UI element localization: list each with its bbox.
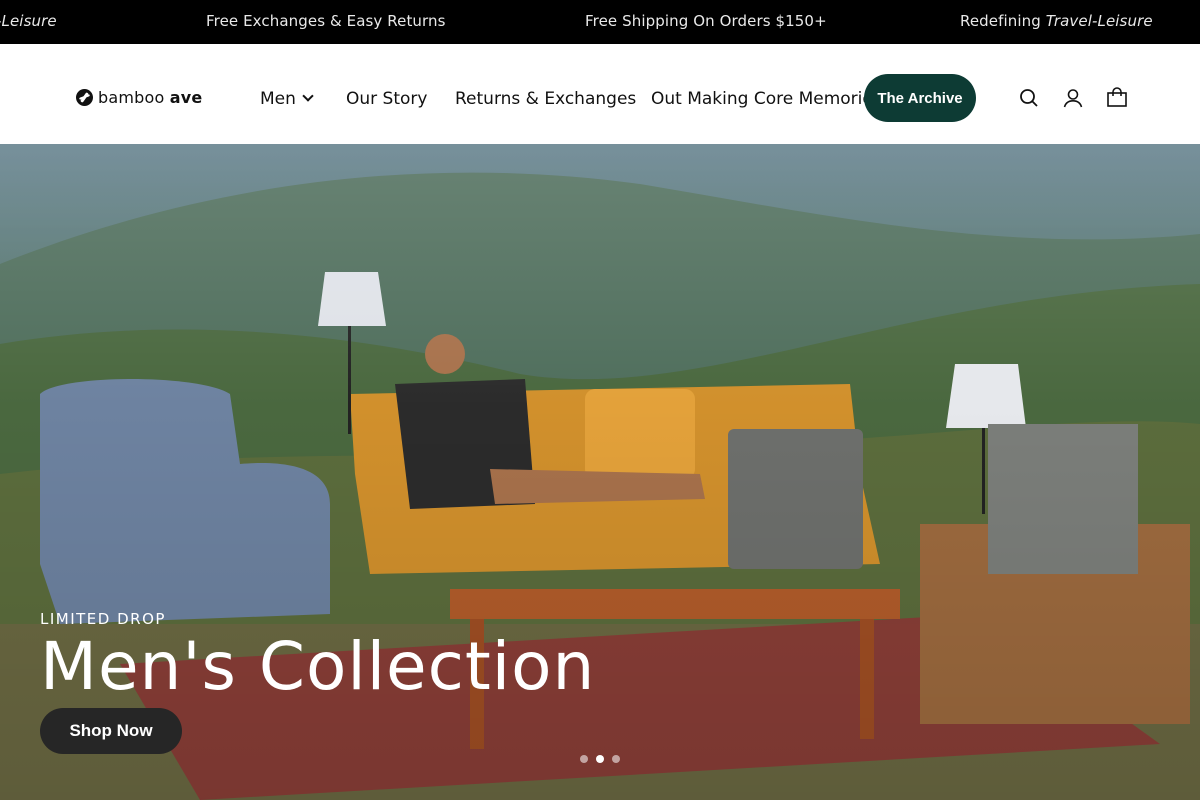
hero-title: Men's Collection <box>40 628 596 705</box>
carousel-dot[interactable] <box>612 755 620 763</box>
chevron-down-icon <box>302 90 314 102</box>
nav-our-story[interactable]: Our Story <box>346 89 427 109</box>
cart-icon[interactable] <box>1105 86 1129 110</box>
carousel-dot[interactable] <box>580 755 588 763</box>
shop-now-button[interactable]: Shop Now <box>40 708 182 754</box>
nav-core-memories[interactable]: Out Making Core Memories <box>651 89 882 109</box>
carousel-dot-active[interactable] <box>596 755 604 763</box>
nav-men-label: Men <box>260 89 296 109</box>
announcement-item: Free Shipping On Orders $150+ <box>585 12 827 30</box>
the-archive-button[interactable]: The Archive <box>864 74 976 122</box>
hero-kicker: LIMITED DROP <box>40 610 166 628</box>
site-header: bamboo ave Men Our Story Returns & Excha… <box>0 44 1200 144</box>
announcement-item: Redefining Travel-Leisure <box>960 12 1153 30</box>
site-logo[interactable]: bamboo ave <box>76 88 202 107</box>
logo-text: bamboo ave <box>98 88 203 107</box>
account-icon[interactable] <box>1061 86 1085 110</box>
nav-men[interactable]: Men <box>260 89 314 109</box>
search-icon[interactable] <box>1017 86 1041 110</box>
announcement-item: Free Exchanges & Easy Returns <box>206 12 446 30</box>
bamboo-logo-icon <box>76 89 93 106</box>
announcement-item: -Leisure <box>0 12 57 30</box>
announcement-bar: -Leisure Free Exchanges & Easy Returns F… <box>0 0 1200 44</box>
nav-returns-exchanges[interactable]: Returns & Exchanges <box>455 89 636 109</box>
hero-banner: LIMITED DROP Men's Collection Shop Now <box>0 144 1200 800</box>
carousel-dots <box>580 755 620 763</box>
